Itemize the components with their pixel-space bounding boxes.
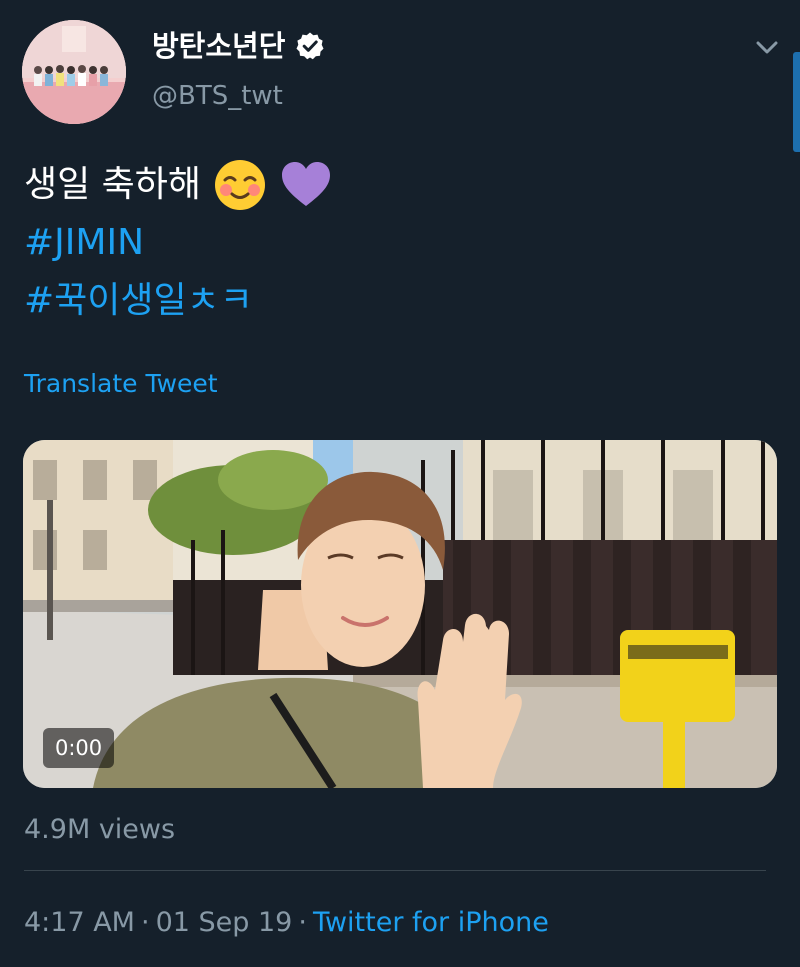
view-count: 4.9M views (24, 814, 176, 845)
tweet-message: 생일 축하해 (24, 164, 202, 205)
hashtag-birthday[interactable]: #꾹이생일ㅊㅋ (24, 272, 253, 330)
translate-tweet-link[interactable]: Translate Tweet (24, 366, 218, 402)
meta-separator: · (140, 907, 150, 938)
tweet-detail-page: 방탄소년단 @BTS_twt 생일 축하해 #JIMIN #꾹이생일ㅊㅋ Tra… (0, 0, 800, 967)
display-name[interactable]: 방탄소년단 (152, 28, 285, 64)
hashtag-jimin[interactable]: #JIMIN (24, 214, 144, 272)
purple-heart-icon (282, 162, 331, 206)
smiling-face-icon (215, 160, 266, 210)
tweet-date: 01 Sep 19 (155, 907, 293, 938)
hashtag-line: #JIMIN (24, 214, 333, 272)
author-name-row[interactable]: 방탄소년단 (152, 28, 325, 64)
tweet-time: 4:17 AM (24, 907, 135, 938)
video-thumbnail (23, 440, 777, 788)
author-handle[interactable]: @BTS_twt (152, 78, 283, 114)
hashtag-line: #꾹이생일ㅊㅋ (24, 272, 333, 330)
tweet-text: 생일 축하해 #JIMIN #꾹이생일ㅊㅋ (24, 156, 333, 330)
meta-separator: · (298, 907, 307, 938)
group-photo-avatar-icon (22, 20, 126, 124)
verified-badge-icon (296, 32, 324, 60)
scrollbar-thumb[interactable] (793, 52, 800, 152)
video-player[interactable]: 0:00 (23, 440, 777, 788)
tweet-source-link[interactable]: Twitter for iPhone (313, 907, 549, 938)
divider (24, 870, 766, 871)
avatar[interactable] (22, 20, 126, 124)
tweet-text-line: 생일 축하해 (24, 156, 333, 214)
tweet-meta: 4:17 AM · 01 Sep 19 · Twitter for iPhone (24, 904, 549, 942)
chevron-down-icon[interactable] (752, 32, 782, 62)
video-duration-badge: 0:00 (43, 728, 115, 768)
